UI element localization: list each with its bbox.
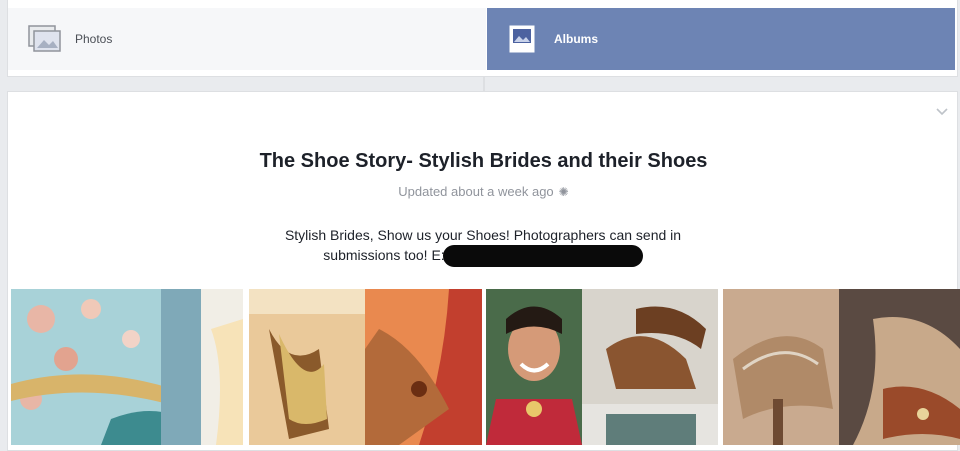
gear-icon: ✺ bbox=[558, 185, 569, 199]
album-description: Stylish Brides, Show us your Shoes! Phot… bbox=[263, 225, 703, 268]
updated-text: Updated about a week ago bbox=[398, 184, 554, 199]
redaction-mark bbox=[442, 245, 643, 268]
description-line2: submissions too! E: bbox=[323, 247, 445, 263]
tab-albums[interactable]: Albums bbox=[487, 8, 955, 70]
tab-photos-label: Photos bbox=[75, 32, 113, 46]
tab-photos[interactable]: Photos bbox=[8, 8, 486, 70]
photo-jeweled-heels[interactable] bbox=[723, 289, 960, 445]
photos-albums-tabs: Photos Albums bbox=[7, 0, 958, 77]
description-line1: Stylish Brides, Show us your Shoes! Phot… bbox=[284, 227, 682, 243]
photo-smiling-bride-shoes[interactable] bbox=[486, 289, 718, 445]
tab-albums-label: Albums bbox=[554, 32, 599, 46]
photo-gold-heels-mehndi[interactable] bbox=[249, 289, 482, 445]
album-icon bbox=[507, 25, 541, 53]
updated-timestamp: Updated about a week ago ✺ bbox=[8, 184, 959, 199]
photo-bride-floral-lehenga[interactable] bbox=[11, 289, 243, 445]
album-title[interactable]: The Shoe Story- Stylish Brides and their… bbox=[8, 150, 959, 173]
chevron-down-icon[interactable] bbox=[935, 104, 949, 118]
photos-icon bbox=[28, 25, 62, 53]
divider bbox=[483, 77, 485, 91]
